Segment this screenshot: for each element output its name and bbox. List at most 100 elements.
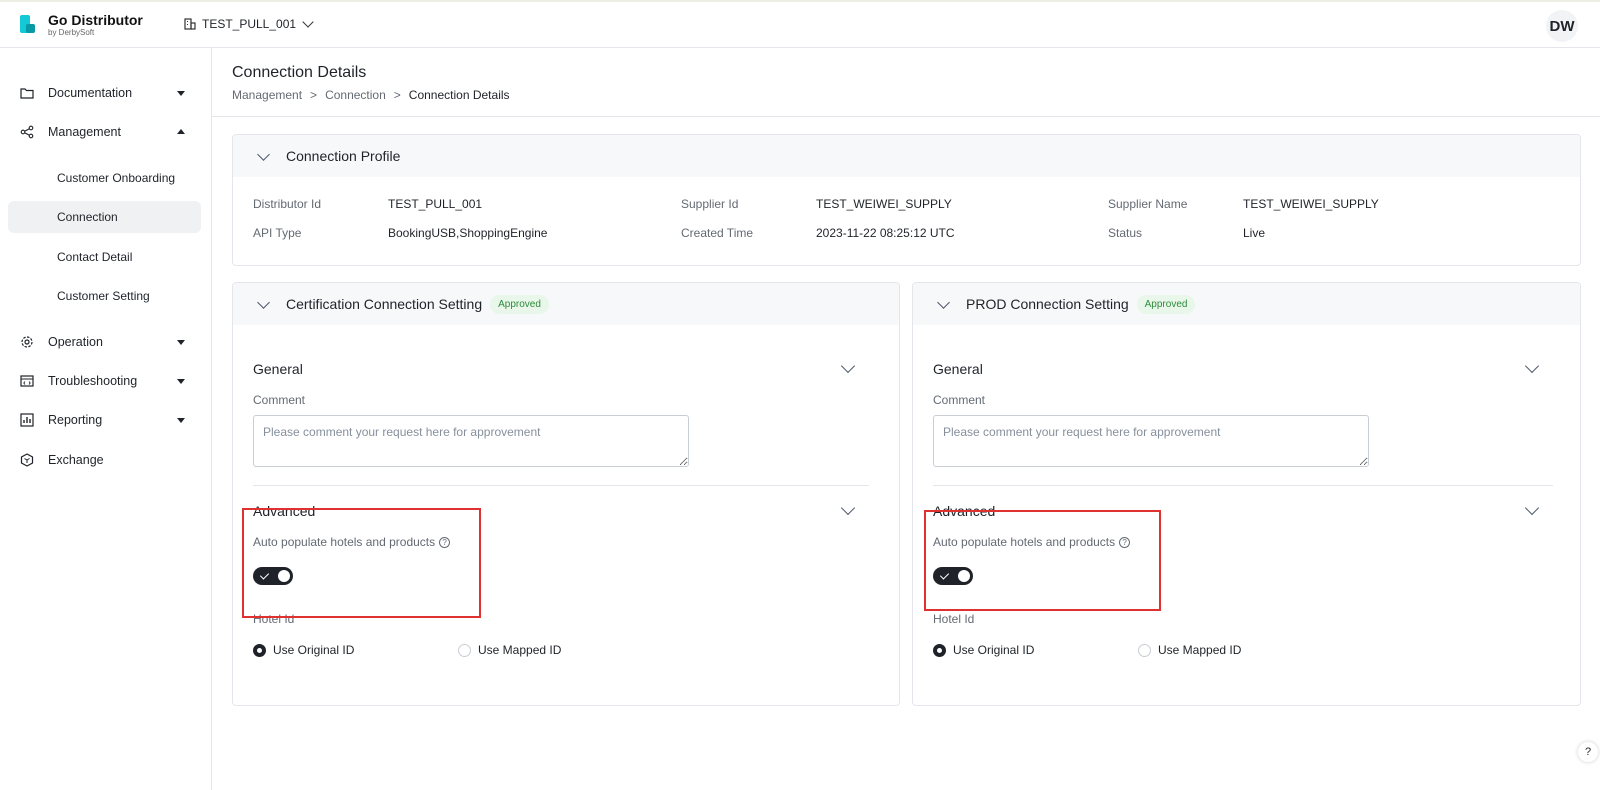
caret-down-icon <box>177 418 185 423</box>
sidebar-subitem-connection[interactable]: Connection <box>8 201 201 233</box>
sidebar-subitem-contact-detail[interactable]: Contact Detail <box>8 241 201 273</box>
breadcrumb-item-current: Connection Details <box>408 88 510 102</box>
radio-label: Use Mapped ID <box>1158 643 1242 657</box>
connection-profile-header[interactable]: Connection Profile <box>233 135 1580 177</box>
caret-down-icon <box>177 379 185 384</box>
share-icon <box>20 125 34 139</box>
section-divider <box>253 485 869 486</box>
field-label: Supplier Name <box>1108 197 1188 211</box>
comment-label: Comment <box>253 393 306 407</box>
field-label: Status <box>1108 226 1143 240</box>
connection-profile-title: Connection Profile <box>286 148 401 164</box>
sidebar-item-operation[interactable]: Operation <box>8 326 201 358</box>
breadcrumb-separator: > <box>310 88 318 102</box>
field-value: TEST_WEIWEI_SUPPLY <box>816 197 952 211</box>
app-subtitle: by DerbySoft <box>48 28 95 37</box>
sidebar-subitem-customer-setting[interactable]: Customer Setting <box>8 280 201 312</box>
highlight-box-certification-advanced <box>242 508 481 618</box>
logo-icon <box>20 15 36 35</box>
radio-use-mapped-id[interactable]: Use Mapped ID <box>1138 643 1241 657</box>
prod-setting-header[interactable]: PROD Connection Setting Approved <box>913 283 1580 325</box>
sidebar-item-documentation[interactable]: Documentation <box>8 77 201 109</box>
page-title: Connection Details <box>232 64 367 81</box>
prod-setting-card: PROD Connection Setting Approved General… <box>912 282 1581 706</box>
general-section-title: General <box>933 361 983 377</box>
radio-use-original-id[interactable]: Use Original ID <box>933 643 1034 657</box>
radio-checked-icon <box>253 643 266 657</box>
folder-icon <box>20 88 34 99</box>
breadcrumb-item-management[interactable]: Management <box>232 88 302 102</box>
field-value: 2023-11-22 08:25:12 UTC <box>816 226 955 240</box>
chevron-down-icon[interactable] <box>1524 358 1540 374</box>
certification-setting-header[interactable]: Certification Connection Setting Approve… <box>233 283 899 325</box>
caret-down-icon <box>177 340 185 345</box>
connection-profile-card: Connection Profile Distributor Id TEST_P… <box>232 134 1581 266</box>
highlight-box-prod-advanced <box>924 510 1161 611</box>
comment-label: Comment <box>933 393 986 407</box>
sidebar-item-management[interactable]: Management <box>8 116 201 148</box>
field-value: Live <box>1243 226 1266 240</box>
radio-label: Use Mapped ID <box>478 643 562 657</box>
status-badge: Approved <box>1136 294 1196 314</box>
app-logo[interactable]: Go Distributor by DerbySoft <box>20 12 143 38</box>
chevron-down-icon <box>257 147 270 161</box>
gear-icon <box>21 336 33 348</box>
prod-setting-title: PROD Connection Setting <box>966 296 1129 312</box>
help-button[interactable]: ? <box>1578 742 1598 762</box>
field-label: API Type <box>253 226 302 240</box>
radio-unchecked-icon <box>1138 643 1151 657</box>
sidebar-subitem-customer-onboarding[interactable]: Customer Onboarding <box>8 162 201 194</box>
chevron-down-icon[interactable] <box>1524 500 1540 516</box>
radio-label: Use Original ID <box>273 643 355 657</box>
tenant-selector[interactable]: TEST_PULL_001 <box>184 16 314 31</box>
hotel-id-label: Hotel Id <box>933 612 975 626</box>
breadcrumb: Management > Connection > Connection Details <box>232 88 510 102</box>
certification-setting-card: Certification Connection Setting Approve… <box>232 282 900 706</box>
caret-up-icon <box>177 129 185 134</box>
radio-unchecked-icon <box>458 643 471 657</box>
field-value: TEST_PULL_001 <box>388 197 483 211</box>
sidebar-item-label: Exchange <box>48 453 104 467</box>
comment-textarea[interactable] <box>933 415 1369 467</box>
chevron-down-icon[interactable] <box>840 358 856 374</box>
sidebar-item-troubleshooting[interactable]: Troubleshooting <box>8 365 201 397</box>
section-divider <box>933 485 1553 486</box>
chevron-down-icon <box>257 295 270 309</box>
sidebar-item-label: Documentation <box>48 86 133 100</box>
main-content: Connection Details Management > Connection… <box>212 48 1600 790</box>
header-divider <box>212 116 1600 117</box>
field-label: Created Time <box>681 226 754 240</box>
sidebar-item-label: Operation <box>48 335 103 349</box>
chevron-down-icon[interactable] <box>840 500 856 516</box>
comment-textarea[interactable] <box>253 415 689 467</box>
radio-use-original-id[interactable]: Use Original ID <box>253 643 354 657</box>
sidebar-item-exchange[interactable]: Exchange <box>8 444 201 476</box>
user-avatar[interactable]: DW <box>1546 10 1578 42</box>
code-window-icon <box>20 375 34 387</box>
tenant-name: TEST_PULL_001 <box>202 17 297 31</box>
breadcrumb-separator: > <box>393 88 401 102</box>
radio-use-mapped-id[interactable]: Use Mapped ID <box>458 643 561 657</box>
radio-label: Use Original ID <box>953 643 1035 657</box>
chevron-down-icon <box>302 16 314 28</box>
top-bar: Go Distributor by DerbySoft TEST_PULL_00… <box>0 0 1600 48</box>
caret-down-icon <box>177 91 185 96</box>
app-title: Go Distributor <box>48 12 143 28</box>
breadcrumb-item-connection[interactable]: Connection <box>325 88 386 102</box>
field-value: BookingUSB,ShoppingEngine <box>388 226 548 240</box>
sidebar-item-label: Troubleshooting <box>48 374 138 388</box>
field-value: TEST_WEIWEI_SUPPLY <box>1243 197 1379 211</box>
building-icon <box>184 18 196 30</box>
sidebar-item-label: Management <box>48 125 121 139</box>
general-section-title: General <box>253 361 303 377</box>
sidebar: Documentation Management Customer Onboar… <box>0 48 212 790</box>
radio-checked-icon <box>933 643 946 657</box>
bar-chart-icon <box>20 413 34 427</box>
chevron-down-icon <box>937 295 950 309</box>
sidebar-item-reporting[interactable]: Reporting <box>8 404 201 436</box>
status-badge: Approved <box>490 294 549 314</box>
field-label: Supplier Id <box>681 197 739 211</box>
hexagon-icon <box>20 453 34 467</box>
certification-setting-title: Certification Connection Setting <box>286 296 483 312</box>
sidebar-item-label: Reporting <box>48 413 103 427</box>
